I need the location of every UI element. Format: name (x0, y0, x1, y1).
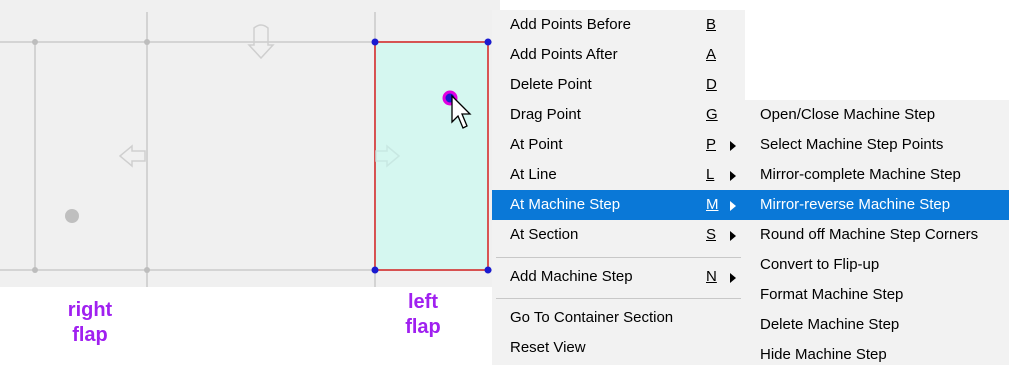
menu-item-label: Drag Point (510, 106, 581, 123)
submenu-arrow-icon (730, 231, 736, 241)
menu-item-go-to-container-section[interactable]: Go To Container Section (492, 303, 745, 333)
menu-item-label: Add Machine Step (510, 268, 633, 285)
menu-item-shortcut: S (706, 226, 717, 243)
menu-item-shortcut: D (706, 76, 717, 93)
drawing-canvas[interactable] (0, 0, 500, 287)
menu-item-label: Go To Container Section (510, 309, 674, 326)
left-flap-label: left flap (405, 291, 441, 338)
menu-item-label: Delete Point (510, 76, 592, 93)
right-flap-label: right flap (67, 299, 113, 346)
submenu-item-label: Open/Close Machine Step (760, 106, 936, 123)
fold-arrow-left-icon (118, 144, 146, 168)
submenu-item-format[interactable]: Format Machine Step (744, 280, 1009, 310)
menu-item-label: At Section (510, 226, 579, 243)
menu-item-shortcut: M (706, 196, 719, 213)
menu-separator (496, 257, 741, 258)
submenu-item-select-points[interactable]: Select Machine Step Points (744, 130, 1009, 160)
menu-item-at-section[interactable]: At Section S (492, 220, 745, 250)
submenu-item-hide[interactable]: Hide Machine Step (744, 340, 1009, 370)
menu-item-shortcut: B (706, 16, 717, 33)
submenu-item-round-off-corners[interactable]: Round off Machine Step Corners (744, 220, 1009, 250)
submenu-item-mirror-reverse[interactable]: Mirror-reverse Machine Step (744, 190, 1009, 220)
submenu-item-delete[interactable]: Delete Machine Step (744, 310, 1009, 340)
submenu-item-label: Hide Machine Step (760, 346, 887, 363)
menu-item-reset-view[interactable]: Reset View (492, 333, 745, 363)
submenu-arrow-icon (730, 273, 736, 283)
context-menu: Add Points Before B Add Points After A D… (492, 10, 745, 365)
menu-item-add-points-after[interactable]: Add Points After A (492, 40, 745, 70)
submenu-arrow-icon (730, 171, 736, 181)
canvas-drawing[interactable] (0, 0, 500, 287)
machine-step-submenu: Open/Close Machine Step Select Machine S… (744, 100, 1009, 365)
submenu-item-label: Select Machine Step Points (760, 136, 944, 153)
corner-dots (32, 39, 150, 273)
submenu-item-mirror-complete[interactable]: Mirror-complete Machine Step (744, 160, 1009, 190)
submenu-item-label: Delete Machine Step (760, 316, 900, 333)
menu-item-add-points-before[interactable]: Add Points Before B (492, 10, 745, 40)
menu-item-shortcut: L (706, 166, 715, 183)
menu-item-label: Add Points Before (510, 16, 631, 33)
menu-item-label: Reset View (510, 339, 586, 356)
menu-item-shortcut: A (706, 46, 717, 63)
menu-item-add-machine-step[interactable]: Add Machine Step N (492, 262, 745, 292)
menu-item-at-machine-step[interactable]: At Machine Step M (492, 190, 745, 220)
menu-item-at-point[interactable]: At Point P (492, 130, 745, 160)
menu-item-shortcut: G (706, 106, 718, 123)
submenu-arrow-icon (730, 201, 736, 211)
menu-item-label: Add Points After (510, 46, 618, 63)
machine-step-rect[interactable] (374, 41, 489, 271)
menu-item-drag-point[interactable]: Drag Point G (492, 100, 745, 130)
menu-item-label: At Machine Step (510, 196, 621, 213)
menu-item-at-line[interactable]: At Line L (492, 160, 745, 190)
menu-separator (496, 298, 741, 299)
menu-item-label: At Point (510, 136, 563, 153)
marker-dot (65, 209, 79, 223)
menu-item-delete-point[interactable]: Delete Point D (492, 70, 745, 100)
menu-item-label: At Line (510, 166, 557, 183)
submenu-item-convert-flip-up[interactable]: Convert to Flip-up (744, 250, 1009, 280)
submenu-item-label: Mirror-reverse Machine Step (760, 196, 951, 213)
submenu-item-label: Format Machine Step (760, 286, 904, 303)
submenu-item-label: Convert to Flip-up (760, 256, 880, 273)
submenu-item-label: Round off Machine Step Corners (760, 226, 979, 243)
submenu-arrow-icon (730, 141, 736, 151)
submenu-item-label: Mirror-complete Machine Step (760, 166, 961, 183)
menu-item-shortcut: N (706, 268, 717, 285)
submenu-item-open-close[interactable]: Open/Close Machine Step (744, 100, 1009, 130)
menu-item-shortcut: P (706, 136, 717, 153)
